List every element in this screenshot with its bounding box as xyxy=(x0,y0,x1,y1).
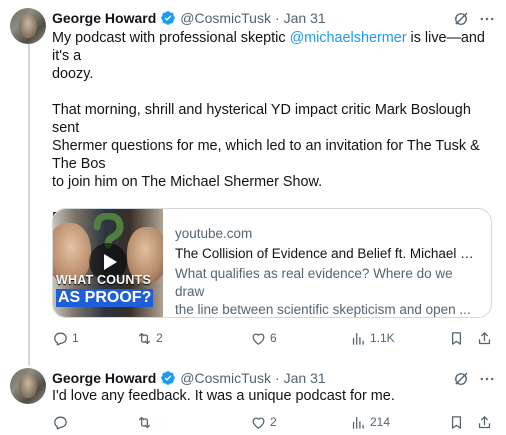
card-domain: youtube.com xyxy=(175,226,253,241)
like-button[interactable]: 6 xyxy=(250,328,277,348)
author-handle[interactable]: @CosmicTusk xyxy=(180,10,271,26)
separator-dot: · xyxy=(274,370,280,386)
like-count: 6 xyxy=(270,331,277,345)
video-thumbnail[interactable]: WHAT COUNTS AS PROOF? xyxy=(53,209,163,317)
timestamp[interactable]: Jan 31 xyxy=(284,10,326,26)
grok-icon[interactable] xyxy=(452,10,470,28)
views-icon xyxy=(352,332,364,345)
like-icon xyxy=(252,333,265,345)
card-description-line: the line between scientific skepticism a… xyxy=(175,302,471,317)
action-bar: 2 214 xyxy=(52,412,492,432)
bookmark-button[interactable] xyxy=(448,328,465,348)
view-count: 1.1K xyxy=(370,331,395,345)
text-segment: My podcast with professional skeptic xyxy=(52,30,290,46)
views-button[interactable]: 1.1K xyxy=(350,328,395,348)
share-button[interactable] xyxy=(476,412,493,432)
repost-button[interactable]: 2 xyxy=(136,328,163,348)
thread-connector-line xyxy=(28,44,30,366)
tweet[interactable]: George Howard @CosmicTusk · Jan 31 My po… xyxy=(0,0,506,366)
avatar[interactable] xyxy=(10,368,46,404)
repost-button[interactable] xyxy=(136,412,156,432)
card-description: What qualifies as real evidence? Where d… xyxy=(175,265,481,317)
bookmark-icon xyxy=(451,415,462,429)
reply-button[interactable]: 1 xyxy=(52,328,79,348)
author-handle[interactable]: @CosmicTusk xyxy=(180,370,271,386)
reply-icon xyxy=(54,332,67,346)
reply-button[interactable] xyxy=(52,412,72,432)
author-name[interactable]: George Howard xyxy=(52,10,156,26)
card-text: youtube.com The Collision of Evidence an… xyxy=(163,209,491,317)
tweet-header: George Howard @CosmicTusk · Jan 31 xyxy=(52,9,326,27)
text-line: That morning, shrill and hysterical YD i… xyxy=(52,102,471,136)
text-line: Shermer questions for me, which led to a… xyxy=(52,138,480,172)
like-icon xyxy=(252,417,265,429)
more-icon[interactable] xyxy=(478,10,496,28)
repost-count: 2 xyxy=(156,331,163,345)
mention-link[interactable]: @michaelshermer xyxy=(290,30,407,46)
author-name[interactable]: George Howard xyxy=(52,370,156,386)
separator-dot: · xyxy=(274,10,280,26)
bookmark-button[interactable] xyxy=(448,412,465,432)
card-description-line: What qualifies as real evidence? Where d… xyxy=(175,266,453,299)
avatar[interactable] xyxy=(10,8,46,44)
link-preview-card[interactable]: WHAT COUNTS AS PROOF? youtube.com The Co… xyxy=(52,208,492,318)
more-icon[interactable] xyxy=(478,370,496,388)
repost-icon xyxy=(138,416,151,428)
tweet-text: I'd love any feedback. It was a unique p… xyxy=(52,388,395,404)
timestamp[interactable]: Jan 31 xyxy=(284,370,326,386)
grok-icon[interactable] xyxy=(452,370,470,388)
repost-icon xyxy=(138,332,151,344)
view-count: 214 xyxy=(370,415,391,429)
action-bar: 1 2 6 1.1K xyxy=(52,328,492,348)
share-icon xyxy=(478,415,491,428)
like-button[interactable]: 2 xyxy=(250,412,277,432)
share-icon xyxy=(478,331,491,344)
verified-badge-icon xyxy=(161,371,176,385)
views-button[interactable]: 214 xyxy=(350,412,390,432)
card-title: The Collision of Evidence and Belief ft.… xyxy=(175,246,481,261)
text-line: to join him on The Michael Shermer Show. xyxy=(52,174,323,190)
reply-count: 1 xyxy=(72,331,79,345)
bookmark-icon xyxy=(451,331,462,345)
thumbnail-caption: WHAT COUNTS xyxy=(56,273,152,287)
text-line: doozy. xyxy=(52,66,94,82)
like-count: 2 xyxy=(270,415,277,429)
tweet-header: George Howard @CosmicTusk · Jan 31 xyxy=(52,369,326,387)
reply-icon xyxy=(54,416,67,430)
verified-badge-icon xyxy=(161,11,176,25)
views-icon xyxy=(352,416,364,429)
thumbnail-caption: AS PROOF? xyxy=(56,289,154,307)
share-button[interactable] xyxy=(476,328,493,348)
tweet[interactable]: George Howard @CosmicTusk · Jan 31 I'd l… xyxy=(0,360,506,435)
